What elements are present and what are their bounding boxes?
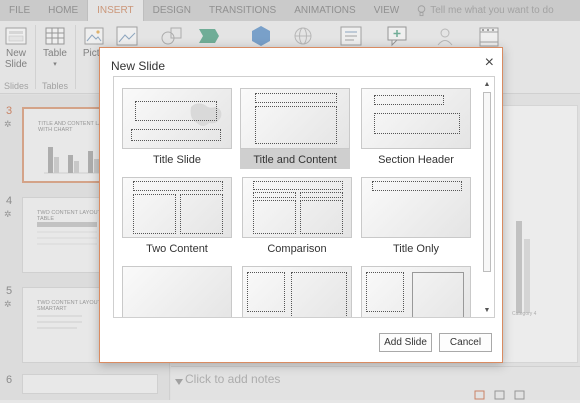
placeholder-caption [366, 272, 404, 312]
new-slide-dialog: New Slide × Title Slide Title and Conten… [99, 47, 503, 363]
layout-thumbnail [361, 177, 471, 238]
layout-blank[interactable] [122, 266, 232, 317]
placeholder-title [374, 113, 460, 134]
scroll-down-icon[interactable]: ▼ [482, 306, 492, 316]
layout-section-header[interactable]: Section Header [361, 88, 471, 167]
placeholder-content-right [180, 194, 223, 234]
layout-thumbnail [122, 266, 232, 317]
placeholder-content [255, 106, 337, 144]
layout-thumbnail [242, 266, 352, 317]
layout-comparison[interactable]: Comparison [242, 177, 352, 256]
layout-content-with-caption[interactable] [242, 266, 352, 317]
dialog-title: New Slide [111, 59, 166, 73]
placeholder-title [253, 181, 343, 190]
placeholder-caption [247, 272, 285, 312]
placeholder-heading-right [300, 192, 343, 198]
layout-gallery: Title Slide Title and Content Section He… [113, 76, 495, 318]
placeholder-title [133, 181, 223, 191]
layout-picture-with-caption[interactable] [361, 266, 471, 317]
gallery-scrollbar[interactable]: ▲ ▼ [482, 80, 492, 316]
layout-label: Title and Content [253, 154, 337, 166]
layout-two-content[interactable]: Two Content [122, 177, 232, 256]
layout-thumbnail [242, 177, 352, 238]
placeholder-content-left [133, 194, 176, 234]
layout-title-and-content[interactable]: Title and Content [240, 88, 350, 169]
placeholder-title [135, 101, 217, 121]
placeholder-title [255, 93, 337, 103]
cancel-button[interactable]: Cancel [439, 333, 492, 352]
scroll-up-icon[interactable]: ▲ [482, 80, 492, 90]
placeholder-heading-left [253, 192, 296, 198]
layout-label: Section Header [378, 154, 454, 166]
layout-title-only[interactable]: Title Only [361, 177, 471, 256]
placeholder-subtitle [131, 129, 221, 141]
placeholder-content-right [300, 200, 343, 234]
layout-thumbnail [122, 177, 232, 238]
placeholder-title [372, 181, 462, 191]
layout-label: Comparison [267, 243, 327, 255]
layout-label: Two Content [146, 243, 208, 255]
placeholder-text [374, 95, 444, 105]
close-icon[interactable]: × [485, 55, 494, 71]
layout-label: Title Slide [153, 154, 201, 166]
scrollbar-thumb[interactable] [483, 92, 491, 272]
layout-thumbnail [361, 266, 471, 317]
layout-thumbnail [122, 88, 232, 149]
layout-label: Title Only [392, 243, 440, 255]
layout-thumbnail [240, 88, 350, 149]
placeholder-content [291, 272, 347, 317]
layout-title-slide[interactable]: Title Slide [122, 88, 232, 167]
add-slide-button[interactable]: Add Slide [379, 333, 432, 352]
placeholder-picture [412, 272, 464, 317]
placeholder-content-left [253, 200, 296, 234]
layout-thumbnail [361, 88, 471, 149]
